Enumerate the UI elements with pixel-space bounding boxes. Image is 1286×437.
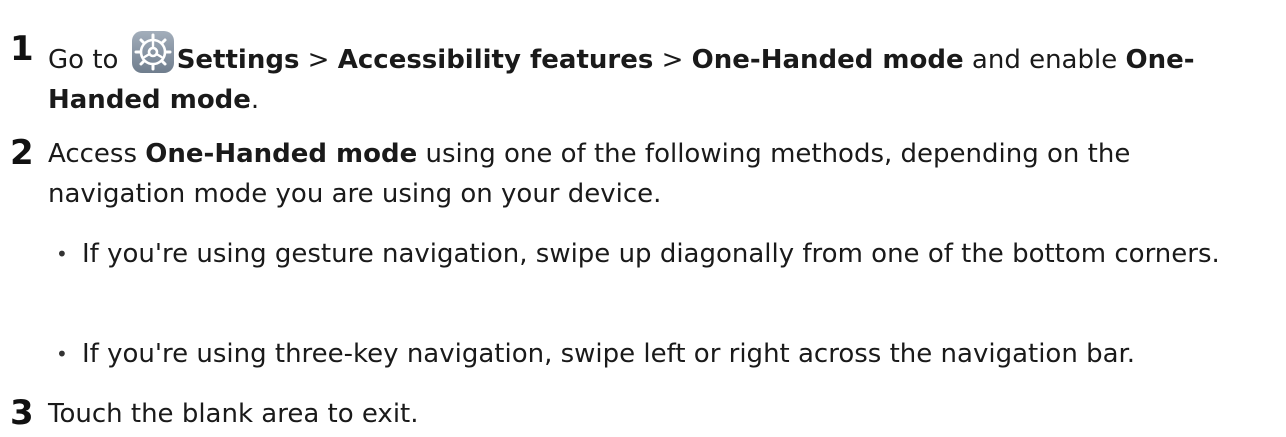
step-number: 2 [10, 133, 34, 173]
step-text: Go to Settings > Accessibility features … [48, 30, 1258, 120]
step-number: 1 [10, 29, 34, 69]
settings-label: Settings [176, 45, 300, 75]
one-handed-mode-label: One-Handed mode [691, 45, 964, 75]
step-text: Access One-Handed mode using one of the … [48, 134, 1258, 214]
text-segment: > [653, 45, 692, 75]
settings-gear-icon [131, 30, 175, 74]
step-number: 3 [10, 393, 34, 433]
accessibility-features-label: Accessibility features [337, 45, 654, 75]
bullet-text: If you're using three-key navigation, sw… [82, 339, 1136, 369]
text-segment: and enable [963, 45, 1126, 75]
bullet-text: If you're using gesture navigation, swip… [82, 239, 1220, 269]
text-segment: Touch the blank area to exit. [48, 399, 419, 429]
text-segment: > [299, 45, 338, 75]
text-segment: Access [48, 139, 146, 169]
one-handed-mode-label: One-Handed mode [145, 139, 418, 169]
bullet-symbol: • [56, 342, 68, 366]
step-text: Touch the blank area to exit. [48, 394, 1258, 434]
text-segment: . [250, 85, 260, 115]
text-segment: Go to [48, 45, 127, 75]
bullet-symbol: • [56, 242, 68, 266]
